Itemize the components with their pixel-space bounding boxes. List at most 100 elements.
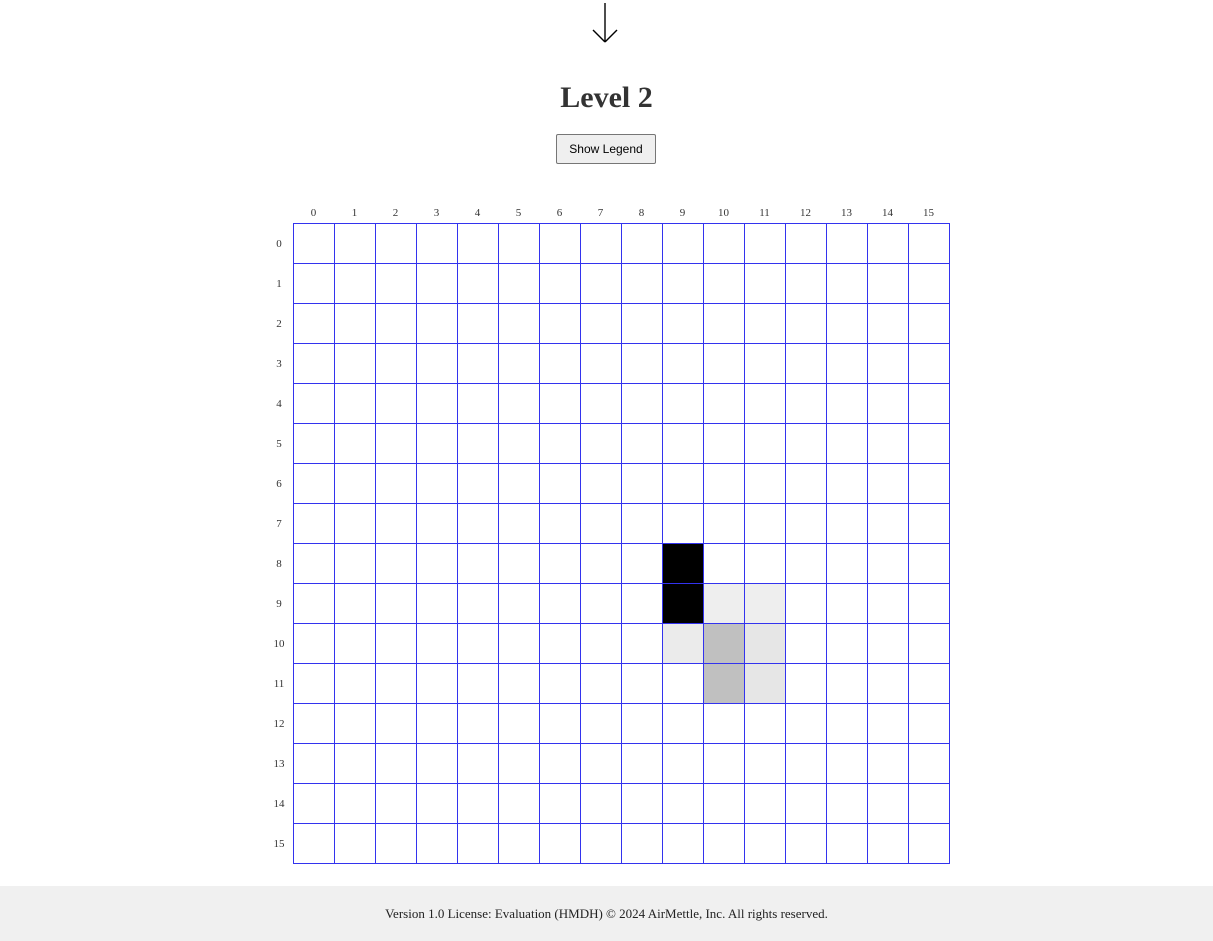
grid-cell-14-0[interactable] bbox=[294, 784, 335, 824]
grid-cell-12-2[interactable] bbox=[376, 704, 417, 744]
grid-cell-4-7[interactable] bbox=[581, 384, 622, 424]
grid-cell-13-11[interactable] bbox=[745, 744, 786, 784]
grid-cell-6-6[interactable] bbox=[540, 464, 581, 504]
grid-cell-6-4[interactable] bbox=[458, 464, 499, 504]
grid-cell-4-15[interactable] bbox=[909, 384, 950, 424]
grid-cell-3-2[interactable] bbox=[376, 344, 417, 384]
grid-cell-6-3[interactable] bbox=[417, 464, 458, 504]
grid-cell-1-4[interactable] bbox=[458, 264, 499, 304]
grid-cell-5-1[interactable] bbox=[335, 424, 376, 464]
grid-cell-14-3[interactable] bbox=[417, 784, 458, 824]
grid-cell-4-0[interactable] bbox=[294, 384, 335, 424]
grid-cell-6-2[interactable] bbox=[376, 464, 417, 504]
grid-cell-5-13[interactable] bbox=[827, 424, 868, 464]
grid-cell-8-3[interactable] bbox=[417, 544, 458, 584]
grid-cell-12-10[interactable] bbox=[704, 704, 745, 744]
grid-cell-10-0[interactable] bbox=[294, 624, 335, 664]
grid-cell-13-6[interactable] bbox=[540, 744, 581, 784]
grid-cell-6-14[interactable] bbox=[868, 464, 909, 504]
grid-cell-3-6[interactable] bbox=[540, 344, 581, 384]
grid-cell-7-11[interactable] bbox=[745, 504, 786, 544]
grid-cell-2-9[interactable] bbox=[663, 304, 704, 344]
grid-cell-14-15[interactable] bbox=[909, 784, 950, 824]
grid-cell-14-14[interactable] bbox=[868, 784, 909, 824]
grid-cell-8-8[interactable] bbox=[622, 544, 663, 584]
grid-cell-8-9[interactable] bbox=[663, 544, 704, 584]
grid-cell-3-13[interactable] bbox=[827, 344, 868, 384]
grid-cell-14-10[interactable] bbox=[704, 784, 745, 824]
grid-cell-0-11[interactable] bbox=[745, 224, 786, 264]
grid-cell-10-5[interactable] bbox=[499, 624, 540, 664]
grid-cell-7-10[interactable] bbox=[704, 504, 745, 544]
grid-cell-6-12[interactable] bbox=[786, 464, 827, 504]
grid-cell-12-5[interactable] bbox=[499, 704, 540, 744]
grid-cell-13-10[interactable] bbox=[704, 744, 745, 784]
grid-cell-12-15[interactable] bbox=[909, 704, 950, 744]
grid-cell-11-0[interactable] bbox=[294, 664, 335, 704]
grid-cell-12-0[interactable] bbox=[294, 704, 335, 744]
grid-cell-11-14[interactable] bbox=[868, 664, 909, 704]
grid-cell-15-4[interactable] bbox=[458, 824, 499, 864]
grid-cell-1-13[interactable] bbox=[827, 264, 868, 304]
grid-cell-11-4[interactable] bbox=[458, 664, 499, 704]
grid-cell-7-13[interactable] bbox=[827, 504, 868, 544]
grid-cell-6-15[interactable] bbox=[909, 464, 950, 504]
grid-cell-7-3[interactable] bbox=[417, 504, 458, 544]
grid-cell-5-14[interactable] bbox=[868, 424, 909, 464]
grid-cell-11-13[interactable] bbox=[827, 664, 868, 704]
grid-cell-15-0[interactable] bbox=[294, 824, 335, 864]
grid-cell-5-3[interactable] bbox=[417, 424, 458, 464]
grid-cell-13-3[interactable] bbox=[417, 744, 458, 784]
grid-cell-1-15[interactable] bbox=[909, 264, 950, 304]
grid-cell-15-6[interactable] bbox=[540, 824, 581, 864]
grid-cell-4-4[interactable] bbox=[458, 384, 499, 424]
grid-cell-15-10[interactable] bbox=[704, 824, 745, 864]
grid-cell-9-7[interactable] bbox=[581, 584, 622, 624]
grid-cell-6-7[interactable] bbox=[581, 464, 622, 504]
grid-cell-10-8[interactable] bbox=[622, 624, 663, 664]
grid-cell-1-7[interactable] bbox=[581, 264, 622, 304]
grid-cell-1-6[interactable] bbox=[540, 264, 581, 304]
grid-cell-11-9[interactable] bbox=[663, 664, 704, 704]
grid-cell-8-10[interactable] bbox=[704, 544, 745, 584]
grid-cell-2-6[interactable] bbox=[540, 304, 581, 344]
grid-cell-15-9[interactable] bbox=[663, 824, 704, 864]
grid-cell-11-10[interactable] bbox=[704, 664, 745, 704]
grid-cell-14-9[interactable] bbox=[663, 784, 704, 824]
grid-cell-0-9[interactable] bbox=[663, 224, 704, 264]
grid-cell-5-2[interactable] bbox=[376, 424, 417, 464]
grid-cell-12-1[interactable] bbox=[335, 704, 376, 744]
grid-cell-3-14[interactable] bbox=[868, 344, 909, 384]
grid-cell-6-5[interactable] bbox=[499, 464, 540, 504]
grid-cell-0-10[interactable] bbox=[704, 224, 745, 264]
grid-cell-2-10[interactable] bbox=[704, 304, 745, 344]
grid-cell-5-6[interactable] bbox=[540, 424, 581, 464]
grid-cell-11-5[interactable] bbox=[499, 664, 540, 704]
grid-cell-8-7[interactable] bbox=[581, 544, 622, 584]
grid-cell-15-11[interactable] bbox=[745, 824, 786, 864]
grid-cell-14-11[interactable] bbox=[745, 784, 786, 824]
grid-cell-9-4[interactable] bbox=[458, 584, 499, 624]
grid-cell-9-5[interactable] bbox=[499, 584, 540, 624]
grid-cell-4-1[interactable] bbox=[335, 384, 376, 424]
grid-cell-4-13[interactable] bbox=[827, 384, 868, 424]
grid-cell-1-11[interactable] bbox=[745, 264, 786, 304]
grid-cell-5-11[interactable] bbox=[745, 424, 786, 464]
grid-cell-9-13[interactable] bbox=[827, 584, 868, 624]
grid-cell-9-1[interactable] bbox=[335, 584, 376, 624]
grid-cell-3-12[interactable] bbox=[786, 344, 827, 384]
grid-cell-1-3[interactable] bbox=[417, 264, 458, 304]
grid-cell-7-4[interactable] bbox=[458, 504, 499, 544]
grid-cell-2-5[interactable] bbox=[499, 304, 540, 344]
grid-cell-7-8[interactable] bbox=[622, 504, 663, 544]
grid-cell-15-5[interactable] bbox=[499, 824, 540, 864]
grid-cell-1-5[interactable] bbox=[499, 264, 540, 304]
grid-cell-1-12[interactable] bbox=[786, 264, 827, 304]
grid-cell-0-6[interactable] bbox=[540, 224, 581, 264]
game-grid[interactable] bbox=[293, 223, 950, 864]
grid-cell-15-2[interactable] bbox=[376, 824, 417, 864]
grid-cell-2-13[interactable] bbox=[827, 304, 868, 344]
grid-cell-12-14[interactable] bbox=[868, 704, 909, 744]
grid-cell-10-3[interactable] bbox=[417, 624, 458, 664]
grid-cell-10-12[interactable] bbox=[786, 624, 827, 664]
